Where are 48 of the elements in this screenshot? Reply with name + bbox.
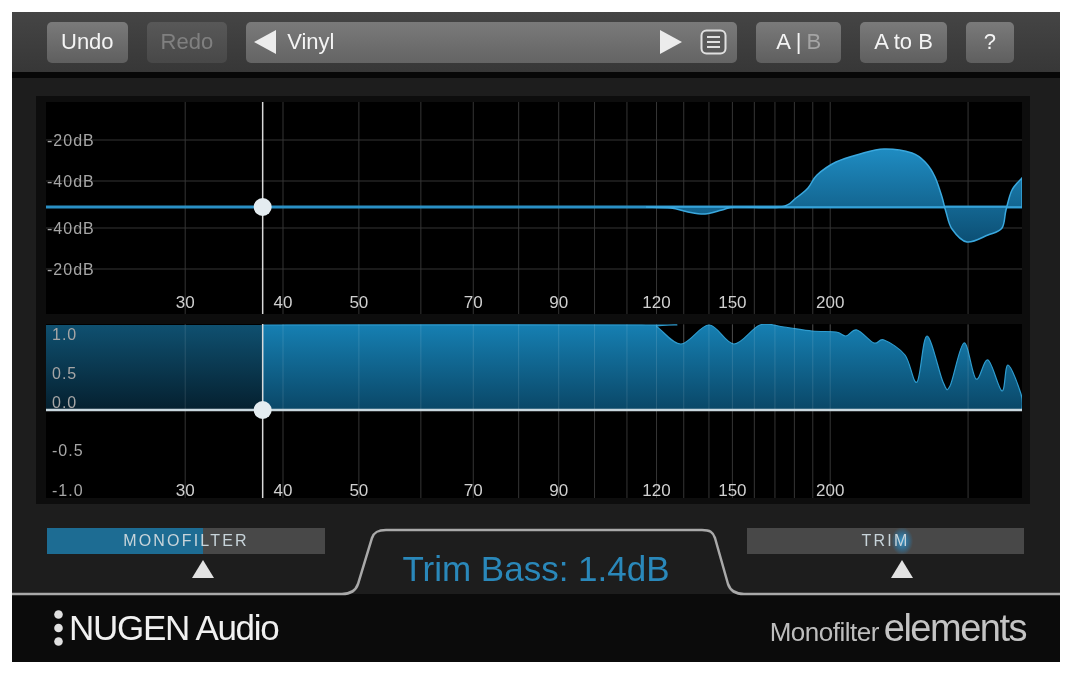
slider-track[interactable]: [47, 528, 325, 554]
axis-label: 150: [718, 293, 747, 312]
axis-label: 70: [463, 293, 483, 312]
brand-name: NUGEN Audio: [69, 608, 279, 648]
product-name: Monofilter: [769, 616, 879, 648]
product-edition: elements: [883, 606, 1026, 650]
axis-label: 90: [549, 481, 569, 498]
toolbar-button[interactable]: A to B: [860, 21, 947, 63]
right-triangle-icon[interactable]: [660, 30, 683, 54]
axis-label: 1.0: [52, 326, 78, 343]
slider-label: MONOFILTER: [123, 532, 249, 550]
left-triangle-icon[interactable]: [254, 30, 277, 54]
toggle-option[interactable]: A: [776, 29, 791, 55]
axis-label: 150: [718, 481, 747, 498]
axis-label: 200: [816, 481, 845, 498]
axis-label: 30: [175, 481, 195, 498]
axis-label: -40dB: [47, 173, 95, 190]
axis-label: 90: [549, 293, 569, 312]
axis-label: -20dB: [47, 132, 95, 149]
axis-label: 50: [349, 481, 369, 498]
axis-label: 120: [642, 293, 671, 312]
axis-label: -1.0: [52, 482, 84, 498]
up-triangle-icon[interactable]: [191, 560, 214, 578]
axis-label: 50: [349, 293, 369, 312]
preset-name: Vinyl: [287, 29, 335, 55]
ab-toggle[interactable]: A | B: [756, 21, 842, 63]
trim-readout: Trim Bass: 1.4dB: [402, 549, 670, 588]
axis-label: 40: [273, 293, 293, 312]
axis-label: -40dB: [47, 220, 95, 237]
slider-track[interactable]: [747, 528, 1024, 554]
toolbar-button[interactable]: ?: [965, 21, 1014, 63]
three-dots-icon: [54, 610, 63, 646]
axis-label: 0.0: [52, 394, 78, 411]
axis-label: 0.5: [52, 365, 78, 382]
toolbar-button[interactable]: Undo: [47, 21, 128, 63]
axis-label: 200: [816, 293, 845, 312]
list-icon[interactable]: [700, 29, 728, 55]
axis-label: 30: [175, 293, 195, 312]
crossover-handle[interactable]: [253, 198, 272, 216]
axis-label: -0.5: [52, 442, 84, 459]
crossover-handle[interactable]: [253, 401, 272, 419]
axis-label: -20dB: [47, 261, 95, 278]
up-triangle-icon[interactable]: [891, 560, 914, 578]
separator-text: |: [795, 29, 802, 55]
preset-selector[interactable]: Vinyl: [246, 21, 738, 63]
axis-label: 40: [273, 481, 293, 498]
axis-label: 120: [642, 481, 671, 498]
axis-label: 70: [463, 481, 483, 498]
